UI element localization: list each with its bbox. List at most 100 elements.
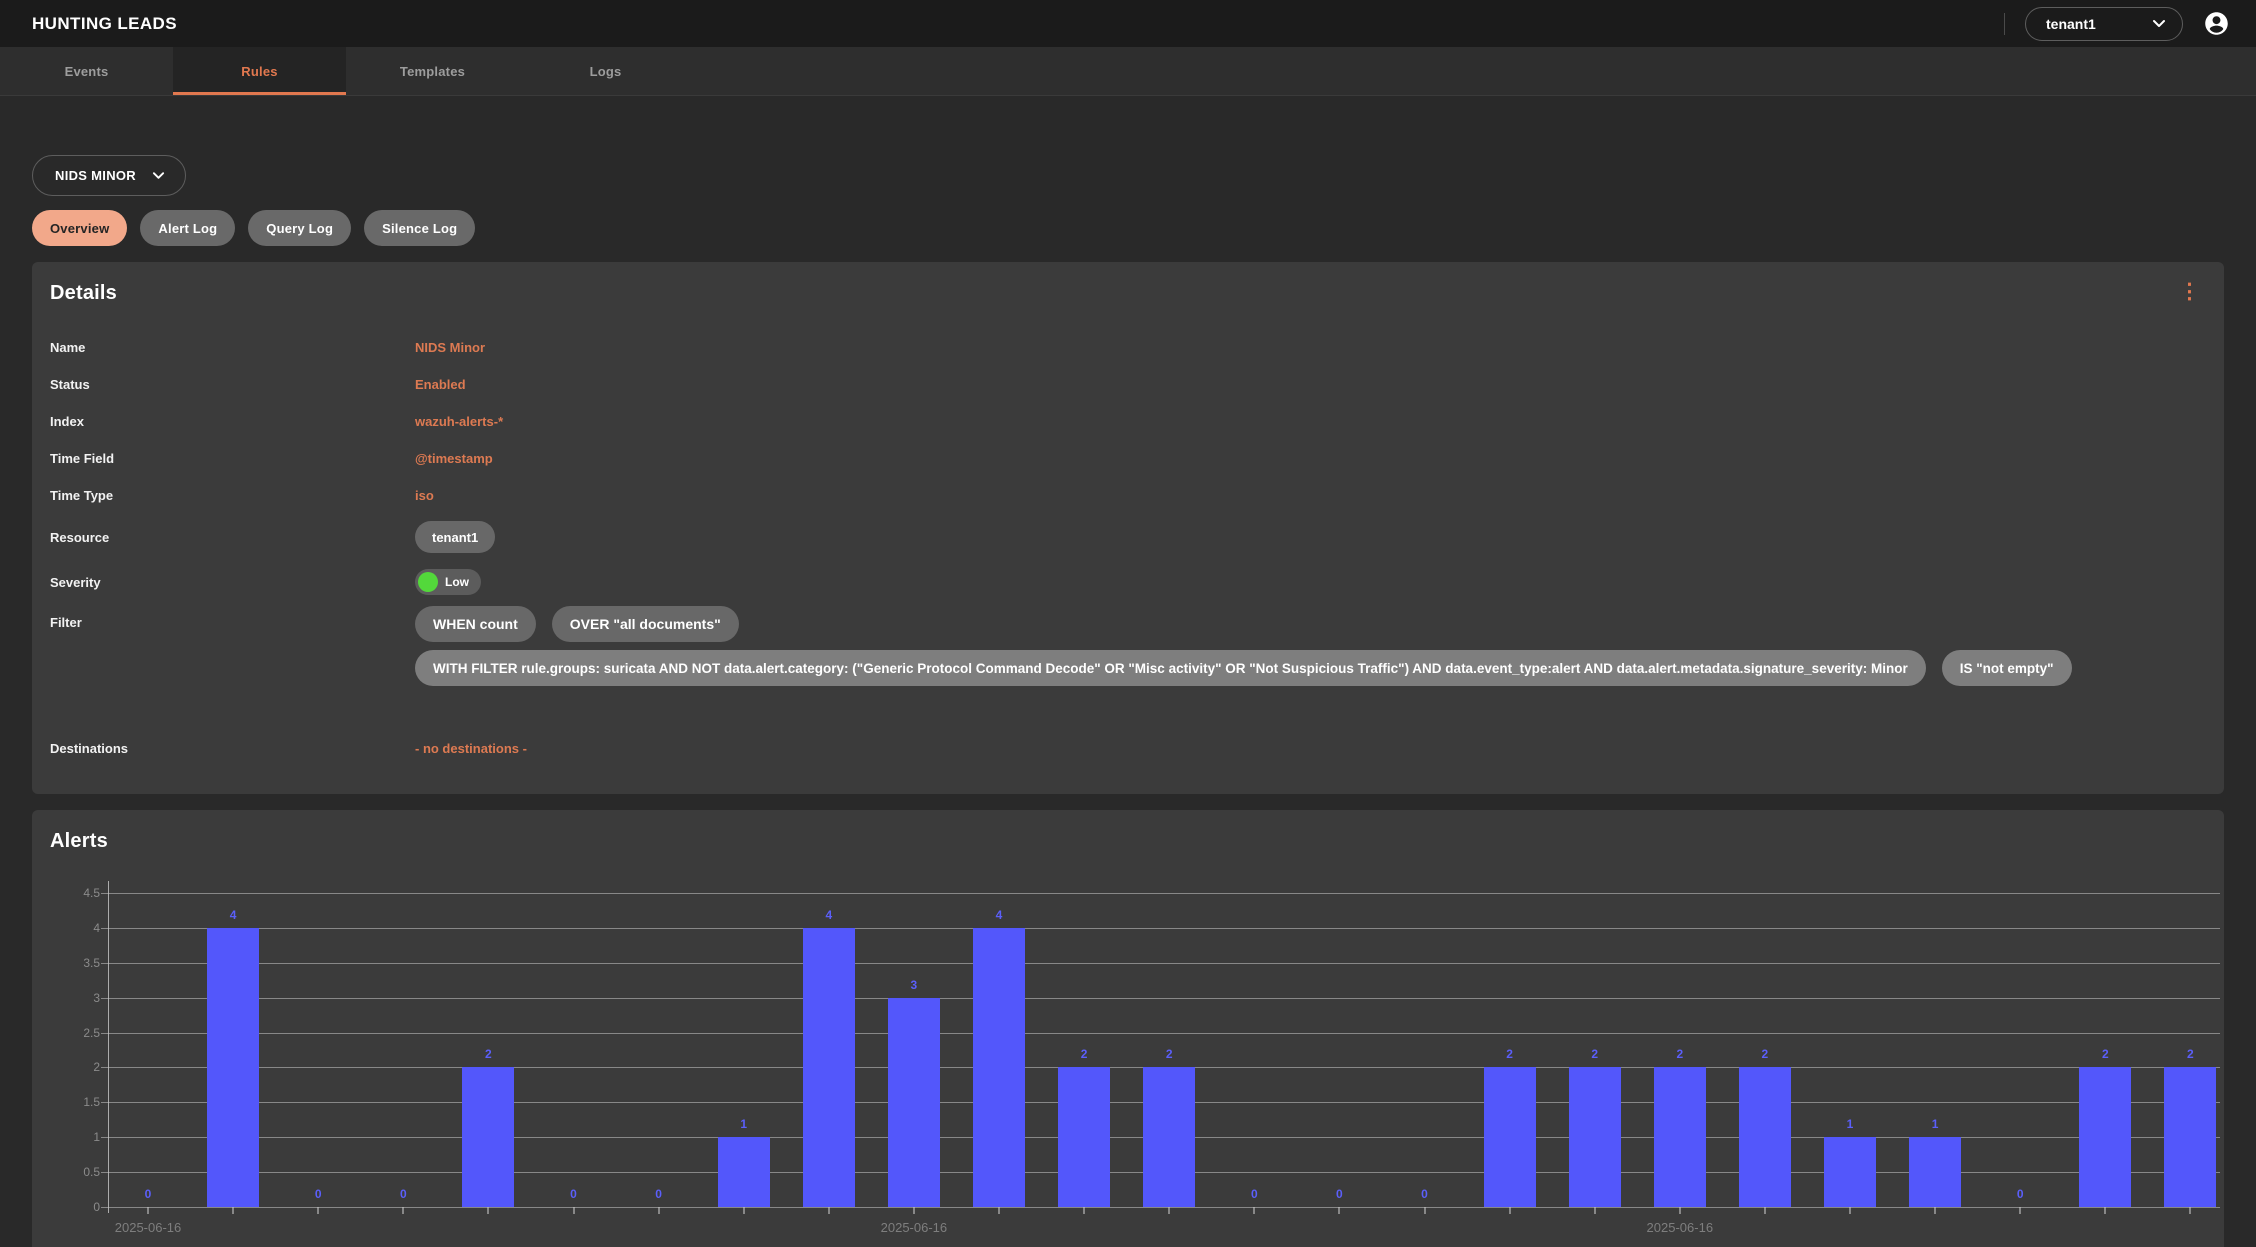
chart-bar [718,1137,770,1207]
bar-value-label: 0 [1309,1187,1369,1201]
field-value: wazuh-alerts-* [415,414,503,429]
app-title: HUNTING LEADS [32,14,177,34]
y-axis-label: 0.5 [50,1165,100,1179]
filter-is-chip: IS "not empty" [1942,650,2072,686]
x-axis-tick [998,1207,1000,1214]
subtab-silence-log[interactable]: Silence Log [364,210,475,246]
topbar-right: tenant1 [2004,7,2230,41]
chart-bar [2079,1067,2131,1207]
chart-bar [1739,1067,1791,1207]
subtab-alert-log[interactable]: Alert Log [140,210,235,246]
bar-value-label: 2 [1054,1047,1114,1061]
chevron-down-icon [2152,19,2166,28]
resource-chip: tenant1 [415,521,495,553]
x-axis-tick [743,1207,745,1214]
x-axis-tick [487,1207,489,1214]
y-axis-label: 2 [50,1060,100,1074]
severity-badge: Low [415,569,481,595]
chart-bar [1143,1067,1195,1207]
severity-dot-icon [418,572,438,592]
gridline [108,998,2220,999]
chart-bar [2164,1067,2216,1207]
field-label: Index [50,414,415,429]
user-avatar-button[interactable] [2203,10,2230,37]
chart-bar [1909,1137,1961,1207]
x-axis-tick [1679,1207,1681,1214]
account-circle-icon [2203,10,2230,37]
tab-rules[interactable]: Rules [173,47,346,95]
details-card-header: Details ⋮ [50,282,2206,305]
detail-row-destinations: Destinations - no destinations - [50,726,2206,770]
bar-value-label: 2 [458,1047,518,1061]
x-axis-tick [1083,1207,1085,1214]
x-axis-tick [828,1207,830,1214]
filter-with-chip: WITH FILTER rule.groups: suricata AND NO… [415,650,1926,686]
field-label: Filter [50,604,415,630]
gridline [108,963,2220,964]
tab-logs[interactable]: Logs [519,47,692,95]
filter-when-chip: WHEN count [415,606,536,642]
filter-line-1: WHEN count OVER "all documents" [415,606,2072,642]
bar-value-label: 1 [714,1117,774,1131]
tenant-selector[interactable]: tenant1 [2025,7,2183,41]
x-axis-tick [2019,1207,2021,1214]
y-axis-label: 4.5 [50,886,100,900]
chart-bar [462,1067,514,1207]
field-label: Name [50,340,415,355]
chart-bar [1484,1067,1536,1207]
y-axis-tick [101,928,108,929]
y-axis-tick [101,893,108,894]
x-axis-label: 2025-06-16 [93,1220,203,1235]
subtab-overview[interactable]: Overview [32,210,127,246]
y-axis-line [108,881,109,1213]
chart-bar [1058,1067,1110,1207]
detail-row-time-type: Time Type iso [50,477,2206,514]
gridline [108,893,2220,894]
field-value: @timestamp [415,451,493,466]
field-value: iso [415,488,434,503]
bar-value-label: 4 [203,908,263,922]
x-axis-tick [1509,1207,1511,1214]
bar-value-label: 0 [1224,1187,1284,1201]
y-axis-label: 0 [50,1200,100,1214]
bar-value-label: 0 [544,1187,604,1201]
bar-value-label: 1 [1820,1117,1880,1131]
y-axis-tick [101,998,108,999]
field-value: Enabled [415,377,466,392]
detail-row-name: Name NIDS Minor [50,329,2206,366]
detail-row-index: Index wazuh-alerts-* [50,403,2206,440]
detail-row-filter: Filter WHEN count OVER "all documents" W… [50,604,2206,726]
field-value: NIDS Minor [415,340,485,355]
bar-value-label: 2 [2160,1047,2220,1061]
bar-value-label: 3 [884,978,944,992]
x-axis-tick [1424,1207,1426,1214]
y-axis-tick [101,1172,108,1173]
details-title: Details [50,282,117,305]
topbar-divider [2004,13,2005,35]
x-axis-tick [913,1207,915,1214]
main-tab-bar: Events Rules Templates Logs [0,47,2256,96]
y-axis-tick [101,1033,108,1034]
subtab-query-log[interactable]: Query Log [248,210,351,246]
tenant-selector-value: tenant1 [2046,16,2096,32]
filter-over-chip: OVER "all documents" [552,606,739,642]
chart-bar [803,928,855,1207]
top-bar: HUNTING LEADS tenant1 [0,0,2256,47]
bar-value-label: 0 [288,1187,348,1201]
filter-line-2: WITH FILTER rule.groups: suricata AND NO… [415,650,2072,686]
bar-value-label: 2 [1735,1047,1795,1061]
kebab-menu-icon[interactable]: ⋮ [2173,282,2206,302]
bar-value-label: 4 [969,908,1029,922]
tab-templates[interactable]: Templates [346,47,519,95]
tab-events[interactable]: Events [0,47,173,95]
page-content: NIDS MINOR Overview Alert Log Query Log … [0,96,2256,1247]
gridline [108,1207,2220,1208]
field-label: Time Field [50,451,415,466]
alerts-card: Alerts 00.511.522.533.544.50400200143422… [32,810,2224,1247]
chevron-down-icon [152,171,165,180]
x-axis-tick [573,1207,575,1214]
y-axis-tick [101,1207,108,1208]
y-axis-label: 1.5 [50,1095,100,1109]
details-card: Details ⋮ Name NIDS Minor Status Enabled… [32,262,2224,794]
rule-selector-dropdown[interactable]: NIDS MINOR [32,155,186,196]
